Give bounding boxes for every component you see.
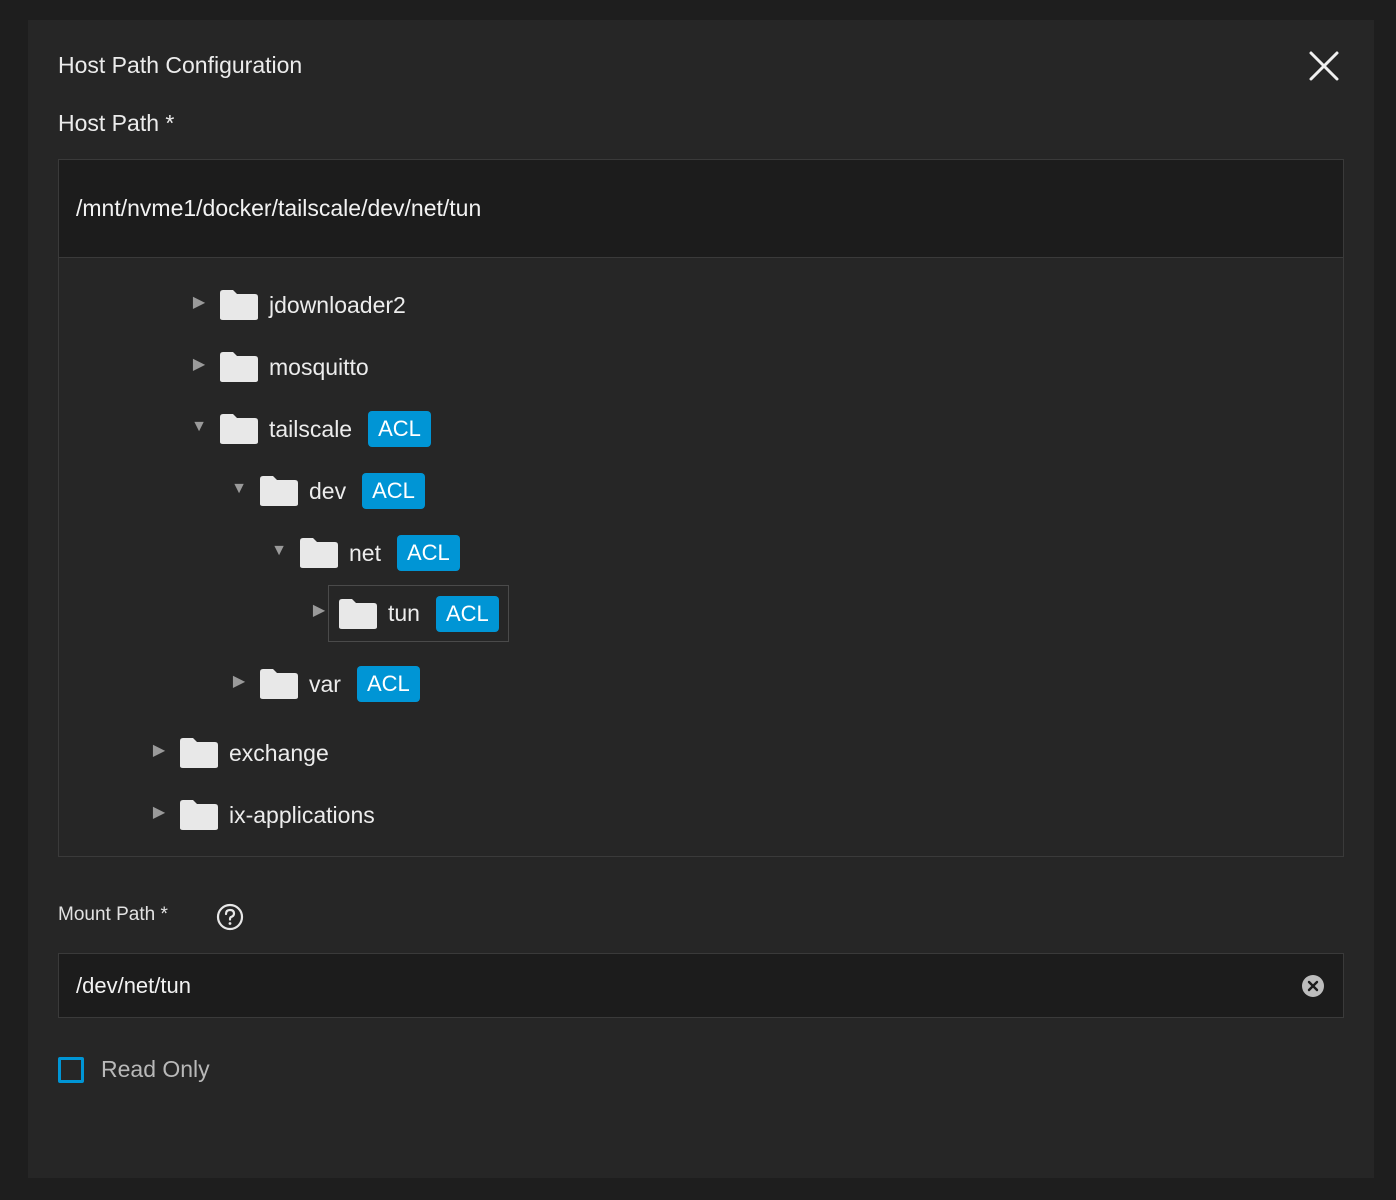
triangle-down-icon[interactable]: ▼ [269,541,289,561]
read-only-checkbox[interactable] [58,1056,84,1083]
tree-node-label: var [309,670,341,697]
folder-icon [219,351,259,383]
tree-node-exchange[interactable]: ▶ exchange [149,731,329,775]
mount-path-input[interactable]: /dev/net/tun [58,953,1344,1018]
triangle-right-icon[interactable]: ▶ [309,601,329,621]
tree-node-label: net [349,539,381,566]
acl-badge: ACL [396,535,460,571]
host-path-explorer: /mnt/nvme1/docker/tailscale/dev/net/tun … [58,159,1344,857]
clear-circle-icon[interactable] [1301,974,1325,998]
folder-icon [299,537,339,569]
mount-path-value: /dev/net/tun [76,972,191,998]
tree-node-label: exchange [229,739,329,766]
read-only-row: Read Only [58,1056,210,1083]
triangle-down-icon[interactable]: ▼ [189,417,209,437]
triangle-right-icon[interactable]: ▶ [149,803,169,823]
tree-node-mosquitto[interactable]: ▶ mosquitto [189,345,369,389]
host-path-dialog: Host Path Configuration Host Path * /mnt… [28,20,1374,1178]
folder-icon [219,289,259,321]
tree-node-ix-applications[interactable]: ▶ ix-applications [149,793,375,837]
tree-node-tailscale[interactable]: ▼ tailscale ACL [189,407,431,451]
folder-icon [259,668,299,700]
triangle-right-icon[interactable]: ▶ [149,741,169,761]
triangle-right-icon[interactable]: ▶ [229,672,249,692]
mount-path-label: Mount Path * [58,904,168,925]
folder-icon [259,475,299,507]
tree-node-label: dev [309,477,347,504]
tree-node-label: tailscale [269,415,353,442]
tree-node-net[interactable]: ▼ net ACL [269,531,460,575]
folder-icon [179,799,219,831]
acl-badge: ACL [362,473,425,509]
close-icon[interactable] [1306,48,1342,84]
tree-node-label: tun [388,600,420,626]
triangle-right-icon[interactable]: ▶ [189,355,209,375]
acl-badge: ACL [435,595,499,632]
folder-icon [219,413,259,445]
acl-badge: ACL [368,411,431,447]
help-circle-icon[interactable] [215,902,245,932]
read-only-label[interactable]: Read Only [101,1056,210,1083]
triangle-right-icon[interactable]: ▶ [189,293,209,313]
dialog-title: Host Path Configuration [58,52,303,78]
tree-node-label: ix-applications [229,801,375,828]
folder-icon [338,598,378,630]
tree-node-label: mosquitto [269,353,369,380]
host-path-label: Host Path * [58,110,175,136]
tree-node-label: jdownloader2 [269,291,406,318]
host-path-input[interactable]: /mnt/nvme1/docker/tailscale/dev/net/tun [59,160,1343,258]
tree-node-tun[interactable]: tun ACL [328,585,509,642]
triangle-down-icon[interactable]: ▼ [229,479,249,499]
acl-badge: ACL [356,666,420,702]
tree-node-var[interactable]: ▶ var ACL [229,662,420,706]
tree-node-jdownloader2[interactable]: ▶ jdownloader2 [189,283,406,327]
tree-node-dev[interactable]: ▼ dev ACL [229,469,425,513]
folder-icon [179,737,219,769]
